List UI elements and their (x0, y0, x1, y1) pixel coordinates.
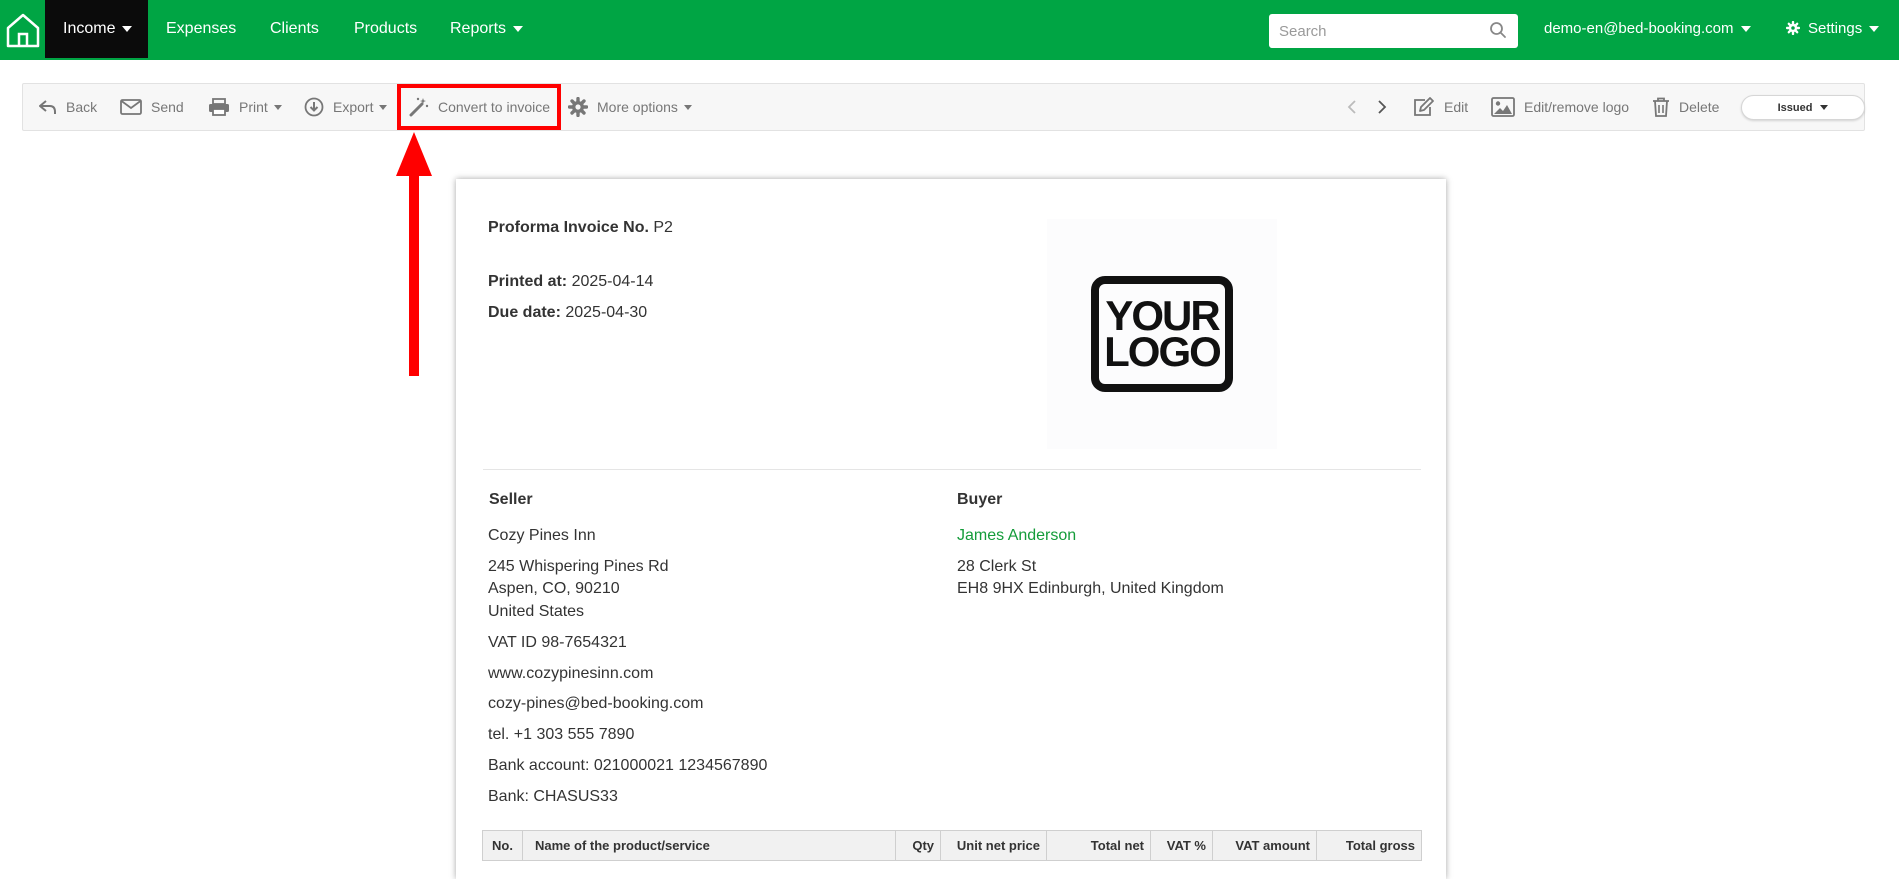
edit-button[interactable]: Edit (1413, 84, 1468, 130)
chevron-down-icon (122, 25, 133, 32)
document-title-label: Proforma Invoice No. (488, 219, 649, 236)
more-options-button[interactable]: More options (568, 84, 692, 130)
settings-menu[interactable]: Settings (1768, 0, 1897, 58)
more-options-label: More options (597, 99, 678, 115)
chevron-down-icon (513, 25, 524, 32)
gear-icon (568, 97, 588, 117)
print-button[interactable]: Print (208, 84, 282, 130)
col-name: Name of the product/service (522, 830, 896, 861)
col-unit-net-price: Unit net price (940, 830, 1047, 861)
previous-document-button[interactable] (1347, 84, 1366, 130)
delete-label: Delete (1679, 99, 1720, 115)
printed-at: Printed at: 2025-04-14 (488, 273, 653, 291)
edit-logo-label: Edit/remove logo (1524, 99, 1630, 115)
due-date: Due date: 2025-04-30 (488, 304, 647, 322)
nav-reports[interactable]: Reports (432, 0, 541, 58)
col-total-net: Total net (1046, 830, 1151, 861)
seller-name: Cozy Pines Inn (488, 527, 596, 544)
col-total-gross: Total gross (1316, 830, 1422, 861)
chevron-right-icon (1378, 100, 1387, 114)
items-table-header: No. Name of the product/service Qty Unit… (482, 830, 1422, 861)
logo-line-2: LOGO (1104, 328, 1222, 375)
nav-expenses[interactable]: Expenses (148, 0, 254, 58)
settings-label: Settings (1808, 20, 1863, 37)
edit-icon (1414, 97, 1434, 116)
gear-icon (1785, 20, 1801, 36)
buyer-address-1: 28 Clerk St (957, 558, 1037, 575)
buyer-address-2: EH8 9HX Edinburgh, United Kingdom (957, 580, 1224, 597)
seller-bank: Bank: CHASUS33 (488, 788, 618, 805)
back-button[interactable]: Back (39, 84, 97, 130)
export-button[interactable]: Export (304, 84, 388, 130)
printed-at-label: Printed at: (488, 273, 568, 290)
print-label: Print (239, 99, 268, 115)
nav-products[interactable]: Products (336, 0, 435, 58)
divider (483, 469, 1421, 470)
buyer-name-link[interactable]: James Anderson (957, 527, 1076, 545)
seller-phone: tel. +1 303 555 7890 (488, 726, 635, 743)
due-date-value: 2025-04-30 (565, 304, 648, 321)
chevron-down-icon (1740, 26, 1751, 33)
status-dropdown[interactable]: Issued (1741, 95, 1865, 120)
envelope-icon (120, 99, 142, 115)
send-button[interactable]: Send (120, 84, 184, 130)
chevron-down-icon (1820, 105, 1829, 110)
chevron-down-icon (273, 104, 282, 110)
document-toolbar: Back Send Print Export Convert to invoic… (22, 83, 1865, 131)
chevron-down-icon (683, 104, 692, 110)
nav-income-label: Income (63, 20, 116, 37)
nav-clients[interactable]: Clients (252, 0, 337, 58)
user-email: demo-en@bed-booking.com (1544, 20, 1734, 37)
seller-address-1: 245 Whispering Pines Rd (488, 558, 669, 575)
logo-placeholder: YOUR LOGO (1047, 219, 1277, 449)
export-label: Export (333, 99, 374, 115)
col-qty: Qty (895, 830, 941, 861)
col-no: No. (482, 830, 523, 861)
nav-income[interactable]: Income (45, 0, 148, 58)
items-table: No. Name of the product/service Qty Unit… (482, 830, 1422, 861)
red-arrow-annotation (396, 132, 432, 376)
col-vat-percent: VAT % (1150, 830, 1213, 861)
back-arrow-icon (39, 100, 56, 114)
trash-icon (1653, 97, 1669, 117)
back-label: Back (66, 99, 98, 115)
chevron-left-icon (1347, 100, 1356, 114)
convert-highlight-box (397, 84, 561, 130)
home-button[interactable] (0, 0, 45, 60)
col-vat-amount: VAT amount (1212, 830, 1317, 861)
seller-country: United States (488, 603, 585, 620)
chevron-down-icon (1869, 26, 1880, 33)
document-number: P2 (653, 219, 673, 236)
nav-clients-label: Clients (270, 20, 319, 37)
home-icon (6, 13, 39, 48)
edit-remove-logo-button[interactable]: Edit/remove logo (1491, 84, 1629, 130)
buyer-heading: Buyer (957, 491, 1003, 508)
seller-website: www.cozypinesinn.com (488, 665, 654, 682)
image-icon (1491, 97, 1515, 117)
nav-reports-label: Reports (450, 20, 507, 37)
seller-vat-id: VAT ID 98-7654321 (488, 634, 627, 651)
printed-at-value: 2025-04-14 (571, 273, 654, 290)
send-label: Send (151, 99, 184, 115)
nav-products-label: Products (354, 20, 418, 37)
your-logo-image: YOUR LOGO (1091, 276, 1233, 392)
search-input[interactable] (1269, 14, 1518, 48)
printer-icon (209, 98, 229, 116)
nav-expenses-label: Expenses (166, 20, 237, 37)
download-icon (304, 97, 324, 117)
chevron-down-icon (379, 104, 388, 110)
seller-heading: Seller (489, 491, 533, 508)
search-icon[interactable] (1489, 21, 1507, 39)
seller-email: cozy-pines@bed-booking.com (488, 695, 704, 712)
seller-bank-account: Bank account: 021000021 1234567890 (488, 757, 768, 774)
due-date-label: Due date: (488, 304, 561, 321)
user-menu[interactable]: demo-en@bed-booking.com (1526, 0, 1769, 58)
next-document-button[interactable] (1377, 84, 1396, 130)
status-label: Issued (1777, 101, 1813, 114)
document-title: Proforma Invoice No. P2 (488, 219, 673, 237)
seller-address-2: Aspen, CO, 90210 (488, 580, 620, 597)
top-navbar: Income Expenses Clients Products Reports… (0, 0, 1899, 60)
delete-button[interactable]: Delete (1652, 84, 1719, 130)
edit-label: Edit (1444, 99, 1469, 115)
